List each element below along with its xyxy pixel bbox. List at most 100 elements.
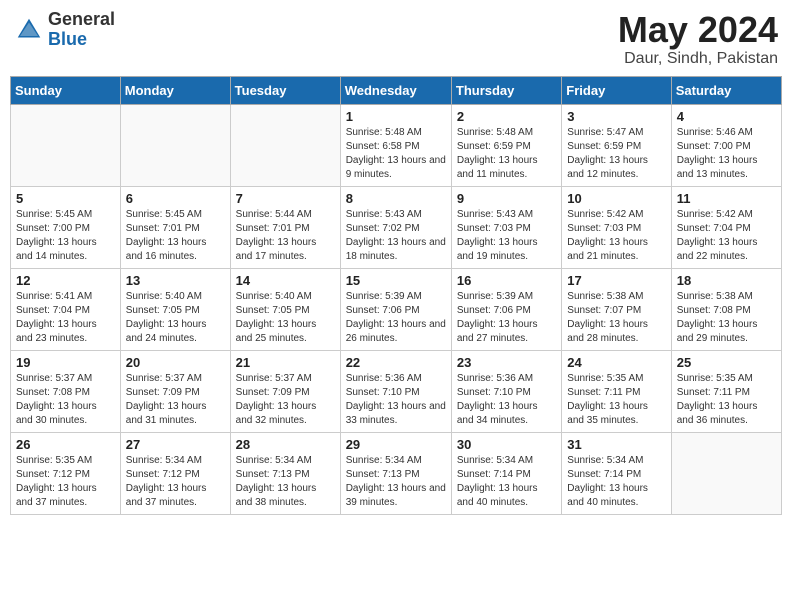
cell-info: Sunrise: 5:35 AM Sunset: 7:11 PM Dayligh… xyxy=(567,372,665,428)
cell-info: Sunrise: 5:43 AM Sunset: 7:03 PM Dayligh… xyxy=(457,208,556,264)
calendar-cell xyxy=(671,432,781,514)
cell-info: Sunrise: 5:47 AM Sunset: 6:59 PM Dayligh… xyxy=(567,126,665,182)
logo-icon xyxy=(14,15,44,45)
weekday-header: Friday xyxy=(562,76,671,104)
calendar-cell: 19Sunrise: 5:37 AM Sunset: 7:08 PM Dayli… xyxy=(11,350,121,432)
cell-info: Sunrise: 5:36 AM Sunset: 7:10 PM Dayligh… xyxy=(346,372,446,428)
calendar-cell: 16 Sunrise: 5:39 AM Sunset: 7:06 PM Dayli… xyxy=(451,268,561,350)
day-number: 13 xyxy=(126,273,225,288)
weekday-header: Monday xyxy=(120,76,230,104)
day-number: 28 xyxy=(236,437,335,452)
calendar-cell: 2 Sunrise: 5:48 AM Sunset: 6:59 PM Daylig… xyxy=(451,104,561,186)
day-number: 25 xyxy=(677,355,776,370)
calendar-week-row: 19Sunrise: 5:37 AM Sunset: 7:08 PM Dayli… xyxy=(11,350,782,432)
calendar-cell: 4 Sunrise: 5:46 AM Sunset: 7:00 PM Daylig… xyxy=(671,104,781,186)
calendar-cell: 7Sunrise: 5:44 AM Sunset: 7:01 PM Daylig… xyxy=(230,186,340,268)
day-number: 2 xyxy=(457,109,556,124)
day-number: 6 xyxy=(126,191,225,206)
cell-info: Sunrise: 5:35 AM Sunset: 7:11 PM Dayligh… xyxy=(677,372,776,428)
calendar-cell: 5 Sunrise: 5:45 AM Sunset: 7:00 PM Daylig… xyxy=(11,186,121,268)
day-number: 4 xyxy=(677,109,776,124)
cell-info: Sunrise: 5:46 AM Sunset: 7:00 PM Dayligh… xyxy=(677,126,776,182)
cell-info: Sunrise: 5:42 AM Sunset: 7:04 PM Dayligh… xyxy=(677,208,776,264)
weekday-header-row: SundayMondayTuesdayWednesdayThursdayFrid… xyxy=(11,76,782,104)
day-number: 8 xyxy=(346,191,446,206)
calendar-table: SundayMondayTuesdayWednesdayThursdayFrid… xyxy=(10,76,782,515)
day-number: 15 xyxy=(346,273,446,288)
weekday-header: Sunday xyxy=(11,76,121,104)
day-number: 29 xyxy=(346,437,446,452)
calendar-cell: 1 Sunrise: 5:48 AM Sunset: 6:58 PM Daylig… xyxy=(340,104,451,186)
cell-info: Sunrise: 5:40 AM Sunset: 7:05 PM Dayligh… xyxy=(236,290,335,346)
weekday-header: Wednesday xyxy=(340,76,451,104)
calendar-cell: 10 Sunrise: 5:42 AM Sunset: 7:03 PM Dayli… xyxy=(562,186,671,268)
calendar-cell xyxy=(11,104,121,186)
cell-info: Sunrise: 5:40 AM Sunset: 7:05 PM Dayligh… xyxy=(126,290,225,346)
day-number: 23 xyxy=(457,355,556,370)
cell-info: Sunrise: 5:48 AM Sunset: 6:59 PM Dayligh… xyxy=(457,126,556,182)
day-number: 3 xyxy=(567,109,665,124)
cell-info: Sunrise: 5:41 AM Sunset: 7:04 PM Dayligh… xyxy=(16,290,115,346)
day-number: 1 xyxy=(346,109,446,124)
calendar-cell: 22 Sunrise: 5:36 AM Sunset: 7:10 PM Dayli… xyxy=(340,350,451,432)
calendar-cell: 15 Sunrise: 5:39 AM Sunset: 7:06 PM Dayli… xyxy=(340,268,451,350)
calendar-cell: 12Sunrise: 5:41 AM Sunset: 7:04 PM Dayli… xyxy=(11,268,121,350)
cell-info: Sunrise: 5:37 AM Sunset: 7:09 PM Dayligh… xyxy=(236,372,335,428)
calendar-cell: 14Sunrise: 5:40 AM Sunset: 7:05 PM Dayli… xyxy=(230,268,340,350)
calendar-cell: 29 Sunrise: 5:34 AM Sunset: 7:13 PM Dayli… xyxy=(340,432,451,514)
calendar-cell xyxy=(120,104,230,186)
calendar-cell: 17Sunrise: 5:38 AM Sunset: 7:07 PM Dayli… xyxy=(562,268,671,350)
cell-info: Sunrise: 5:45 AM Sunset: 7:01 PM Dayligh… xyxy=(126,208,225,264)
day-number: 24 xyxy=(567,355,665,370)
logo-text: General Blue xyxy=(48,10,115,50)
day-number: 7 xyxy=(236,191,335,206)
day-number: 30 xyxy=(457,437,556,452)
day-number: 22 xyxy=(346,355,446,370)
title-block: May 2024 Daur, Sindh, Pakistan xyxy=(618,10,778,68)
calendar-cell: 11Sunrise: 5:42 AM Sunset: 7:04 PM Dayli… xyxy=(671,186,781,268)
day-number: 10 xyxy=(567,191,665,206)
cell-info: Sunrise: 5:36 AM Sunset: 7:10 PM Dayligh… xyxy=(457,372,556,428)
logo-general: General xyxy=(48,10,115,30)
calendar-week-row: 26 Sunrise: 5:35 AM Sunset: 7:12 PM Dayli… xyxy=(11,432,782,514)
day-number: 9 xyxy=(457,191,556,206)
cell-info: Sunrise: 5:45 AM Sunset: 7:00 PM Dayligh… xyxy=(16,208,115,264)
calendar-cell: 24 Sunrise: 5:35 AM Sunset: 7:11 PM Dayli… xyxy=(562,350,671,432)
day-number: 20 xyxy=(126,355,225,370)
cell-info: Sunrise: 5:34 AM Sunset: 7:12 PM Dayligh… xyxy=(126,454,225,510)
calendar-cell: 28Sunrise: 5:34 AM Sunset: 7:13 PM Dayli… xyxy=(230,432,340,514)
cell-info: Sunrise: 5:43 AM Sunset: 7:02 PM Dayligh… xyxy=(346,208,446,264)
calendar-cell: 8 Sunrise: 5:43 AM Sunset: 7:02 PM Daylig… xyxy=(340,186,451,268)
calendar-cell: 6 Sunrise: 5:45 AM Sunset: 7:01 PM Daylig… xyxy=(120,186,230,268)
cell-info: Sunrise: 5:38 AM Sunset: 7:07 PM Dayligh… xyxy=(567,290,665,346)
day-number: 16 xyxy=(457,273,556,288)
day-number: 5 xyxy=(16,191,115,206)
calendar-cell: 25 Sunrise: 5:35 AM Sunset: 7:11 PM Dayli… xyxy=(671,350,781,432)
day-number: 21 xyxy=(236,355,335,370)
cell-info: Sunrise: 5:37 AM Sunset: 7:09 PM Dayligh… xyxy=(126,372,225,428)
cell-info: Sunrise: 5:34 AM Sunset: 7:14 PM Dayligh… xyxy=(457,454,556,510)
calendar-week-row: 5 Sunrise: 5:45 AM Sunset: 7:00 PM Daylig… xyxy=(11,186,782,268)
calendar-cell: 21 Sunrise: 5:37 AM Sunset: 7:09 PM Dayli… xyxy=(230,350,340,432)
calendar-cell: 31Sunrise: 5:34 AM Sunset: 7:14 PM Dayli… xyxy=(562,432,671,514)
calendar-cell: 20 Sunrise: 5:37 AM Sunset: 7:09 PM Dayli… xyxy=(120,350,230,432)
page-header: General Blue May 2024 Daur, Sindh, Pakis… xyxy=(10,10,782,68)
day-number: 26 xyxy=(16,437,115,452)
logo: General Blue xyxy=(14,10,115,50)
calendar-cell: 18Sunrise: 5:38 AM Sunset: 7:08 PM Dayli… xyxy=(671,268,781,350)
cell-info: Sunrise: 5:35 AM Sunset: 7:12 PM Dayligh… xyxy=(16,454,115,510)
calendar-cell: 30 Sunrise: 5:34 AM Sunset: 7:14 PM Dayli… xyxy=(451,432,561,514)
day-number: 27 xyxy=(126,437,225,452)
calendar-cell: 9 Sunrise: 5:43 AM Sunset: 7:03 PM Daylig… xyxy=(451,186,561,268)
calendar-cell: 27 Sunrise: 5:34 AM Sunset: 7:12 PM Dayli… xyxy=(120,432,230,514)
cell-info: Sunrise: 5:42 AM Sunset: 7:03 PM Dayligh… xyxy=(567,208,665,264)
month-title: May 2024 xyxy=(618,10,778,50)
day-number: 31 xyxy=(567,437,665,452)
cell-info: Sunrise: 5:48 AM Sunset: 6:58 PM Dayligh… xyxy=(346,126,446,182)
location: Daur, Sindh, Pakistan xyxy=(618,50,778,68)
cell-info: Sunrise: 5:39 AM Sunset: 7:06 PM Dayligh… xyxy=(346,290,446,346)
calendar-cell xyxy=(230,104,340,186)
cell-info: Sunrise: 5:34 AM Sunset: 7:13 PM Dayligh… xyxy=(346,454,446,510)
cell-info: Sunrise: 5:39 AM Sunset: 7:06 PM Dayligh… xyxy=(457,290,556,346)
cell-info: Sunrise: 5:37 AM Sunset: 7:08 PM Dayligh… xyxy=(16,372,115,428)
